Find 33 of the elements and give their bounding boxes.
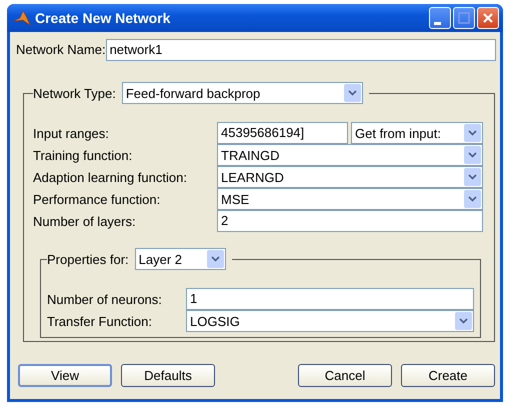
maximize-icon xyxy=(458,12,470,24)
field-label: Performance function: xyxy=(33,192,162,206)
dropdown[interactable]: Get from input: xyxy=(351,122,483,144)
minimize-button[interactable] xyxy=(429,7,451,29)
input-field[interactable]: 2 xyxy=(217,210,483,232)
dialog-button[interactable]: View xyxy=(18,364,112,387)
network-name-field[interactable]: network1 xyxy=(106,38,496,60)
group-label: Network Type: xyxy=(33,86,116,100)
dropdown[interactable]: TRAINGD xyxy=(217,144,483,166)
window-title: Create New Network xyxy=(35,10,172,26)
close-icon xyxy=(482,12,494,24)
field-label: Network Name: xyxy=(16,42,106,57)
input-field[interactable]: 45395686194] xyxy=(217,122,348,144)
field-label: Number of neurons: xyxy=(47,292,163,306)
minimize-icon xyxy=(434,22,441,24)
maximize-button[interactable] xyxy=(453,7,475,29)
field-label: Adaption learning function: xyxy=(33,170,188,184)
field-label: Training function: xyxy=(33,148,134,162)
dialog-button[interactable]: Defaults xyxy=(121,364,215,387)
close-button[interactable] xyxy=(477,7,499,29)
input-field[interactable]: 1 xyxy=(186,288,474,310)
dialog-button[interactable]: Cancel xyxy=(298,364,392,387)
dropdown[interactable]: Layer 2 xyxy=(134,248,226,270)
dropdown[interactable]: LEARNGD xyxy=(217,166,483,188)
field-label: Transfer Function: xyxy=(47,314,154,328)
dropdown[interactable]: Feed-forward backprop xyxy=(122,82,363,104)
dropdown[interactable]: MSE xyxy=(217,188,483,210)
peak-logo-icon xyxy=(13,10,31,26)
field-label: Number of layers: xyxy=(33,214,137,228)
dropdown[interactable]: LOGSIG xyxy=(186,310,474,332)
field-label: Input ranges: xyxy=(33,126,110,140)
group-label: Properties for: xyxy=(47,252,129,266)
dialog-button[interactable]: Create xyxy=(401,364,495,387)
